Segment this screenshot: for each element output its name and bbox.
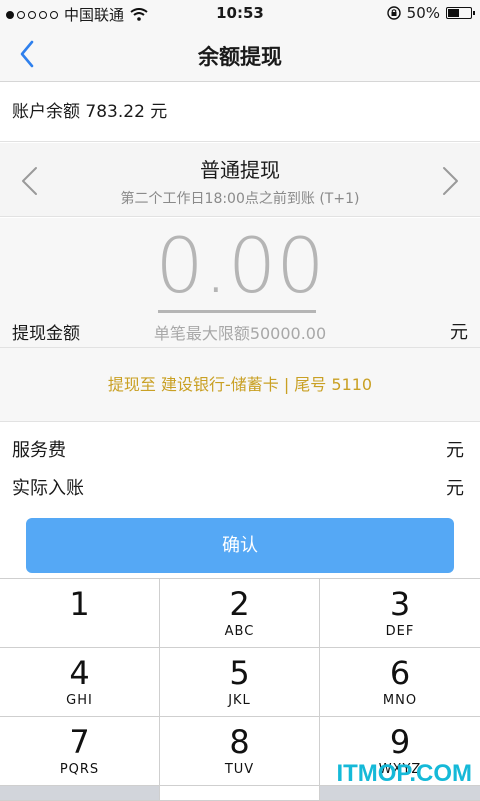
amount-input[interactable]: 0.00 — [0, 226, 480, 306]
status-right: 50% — [386, 4, 475, 22]
keypad-key-letters: JKL — [228, 693, 251, 708]
keypad-key-letters: DEF — [385, 624, 415, 639]
amount-underline — [158, 310, 316, 313]
keypad-key-letters: TUV — [224, 762, 255, 777]
keypad-key-7[interactable]: 7 PQRS — [0, 717, 160, 786]
keypad-key-partial[interactable] — [160, 786, 320, 801]
keypad-key-letters: GHI — [66, 693, 93, 708]
service-fee-row: 服务费 元 — [0, 430, 480, 466]
navigation-bar: 余额提现 — [0, 28, 480, 82]
keypad-key-number: 6 — [389, 654, 411, 692]
keypad-key-number: 8 — [229, 723, 250, 761]
actual-amount-label: 实际入账 — [12, 478, 84, 499]
keypad-key-partial[interactable] — [0, 786, 160, 801]
keypad-key-letters: PQRS — [59, 762, 100, 777]
battery-icon — [446, 7, 475, 19]
keypad-key-3[interactable]: 3 DEF — [320, 579, 480, 648]
withdraw-type-selector: 普通提现 第二个工作日18:00点之前到账 (T+1) — [0, 143, 480, 217]
keypad-key-8[interactable]: 8 TUV — [160, 717, 320, 786]
fee-summary: 服务费 元 实际入账 元 — [0, 422, 480, 508]
rotation-lock-icon — [386, 6, 401, 20]
keypad-key-number: 1 — [69, 585, 90, 623]
keypad-key-partial[interactable] — [320, 786, 480, 801]
keypad-key-number: 5 — [229, 654, 250, 692]
keypad-key-5[interactable]: 5 JKL — [160, 648, 320, 717]
account-balance: 账户余额 783.22 元 — [0, 82, 480, 142]
chevron-right-icon[interactable] — [440, 165, 462, 197]
watermark: ITMOP.COM — [336, 760, 472, 787]
battery-percent: 50% — [406, 4, 440, 22]
status-bar: 中国联通 10:53 50% — [0, 0, 480, 28]
keypad-key-6[interactable]: 6 MNO — [320, 648, 480, 717]
withdraw-type-title: 普通提现 — [200, 158, 280, 182]
amount-limit-hint: 单笔最大限额50000.00 — [153, 324, 327, 343]
battery-fill — [448, 9, 459, 17]
keypad-key-number: 3 — [389, 585, 411, 623]
keypad-key-number: 9 — [389, 723, 411, 761]
keypad-key-letters: MNO — [382, 693, 418, 708]
keypad-key-4[interactable]: 4 GHI — [0, 648, 160, 717]
keypad-key-number: 2 — [229, 585, 250, 623]
actual-amount-row: 实际入账 元 — [0, 468, 480, 504]
page-title: 余额提现 — [198, 45, 282, 69]
amount-input-area[interactable]: 0.00 提现金额 单笔最大限额50000.00 元 — [0, 218, 480, 348]
keypad-key-1[interactable]: 1 — [0, 579, 160, 648]
actual-amount-unit: 元 — [446, 478, 464, 499]
service-fee-label: 服务费 — [12, 440, 66, 461]
keypad-key-number: 7 — [69, 723, 90, 761]
service-fee-unit: 元 — [446, 440, 464, 461]
confirm-button[interactable]: 确认 — [26, 518, 454, 573]
keypad-key-letters: ABC — [224, 624, 255, 639]
keypad-key-number: 4 — [69, 654, 90, 692]
withdraw-destination[interactable]: 提现至 建设银行-储蓄卡 | 尾号 5110 — [0, 348, 480, 422]
withdraw-type-subtitle: 第二个工作日18:00点之前到账 (T+1) — [120, 191, 360, 207]
keypad-key-2[interactable]: 2 ABC — [160, 579, 320, 648]
amount-unit: 元 — [450, 322, 468, 343]
